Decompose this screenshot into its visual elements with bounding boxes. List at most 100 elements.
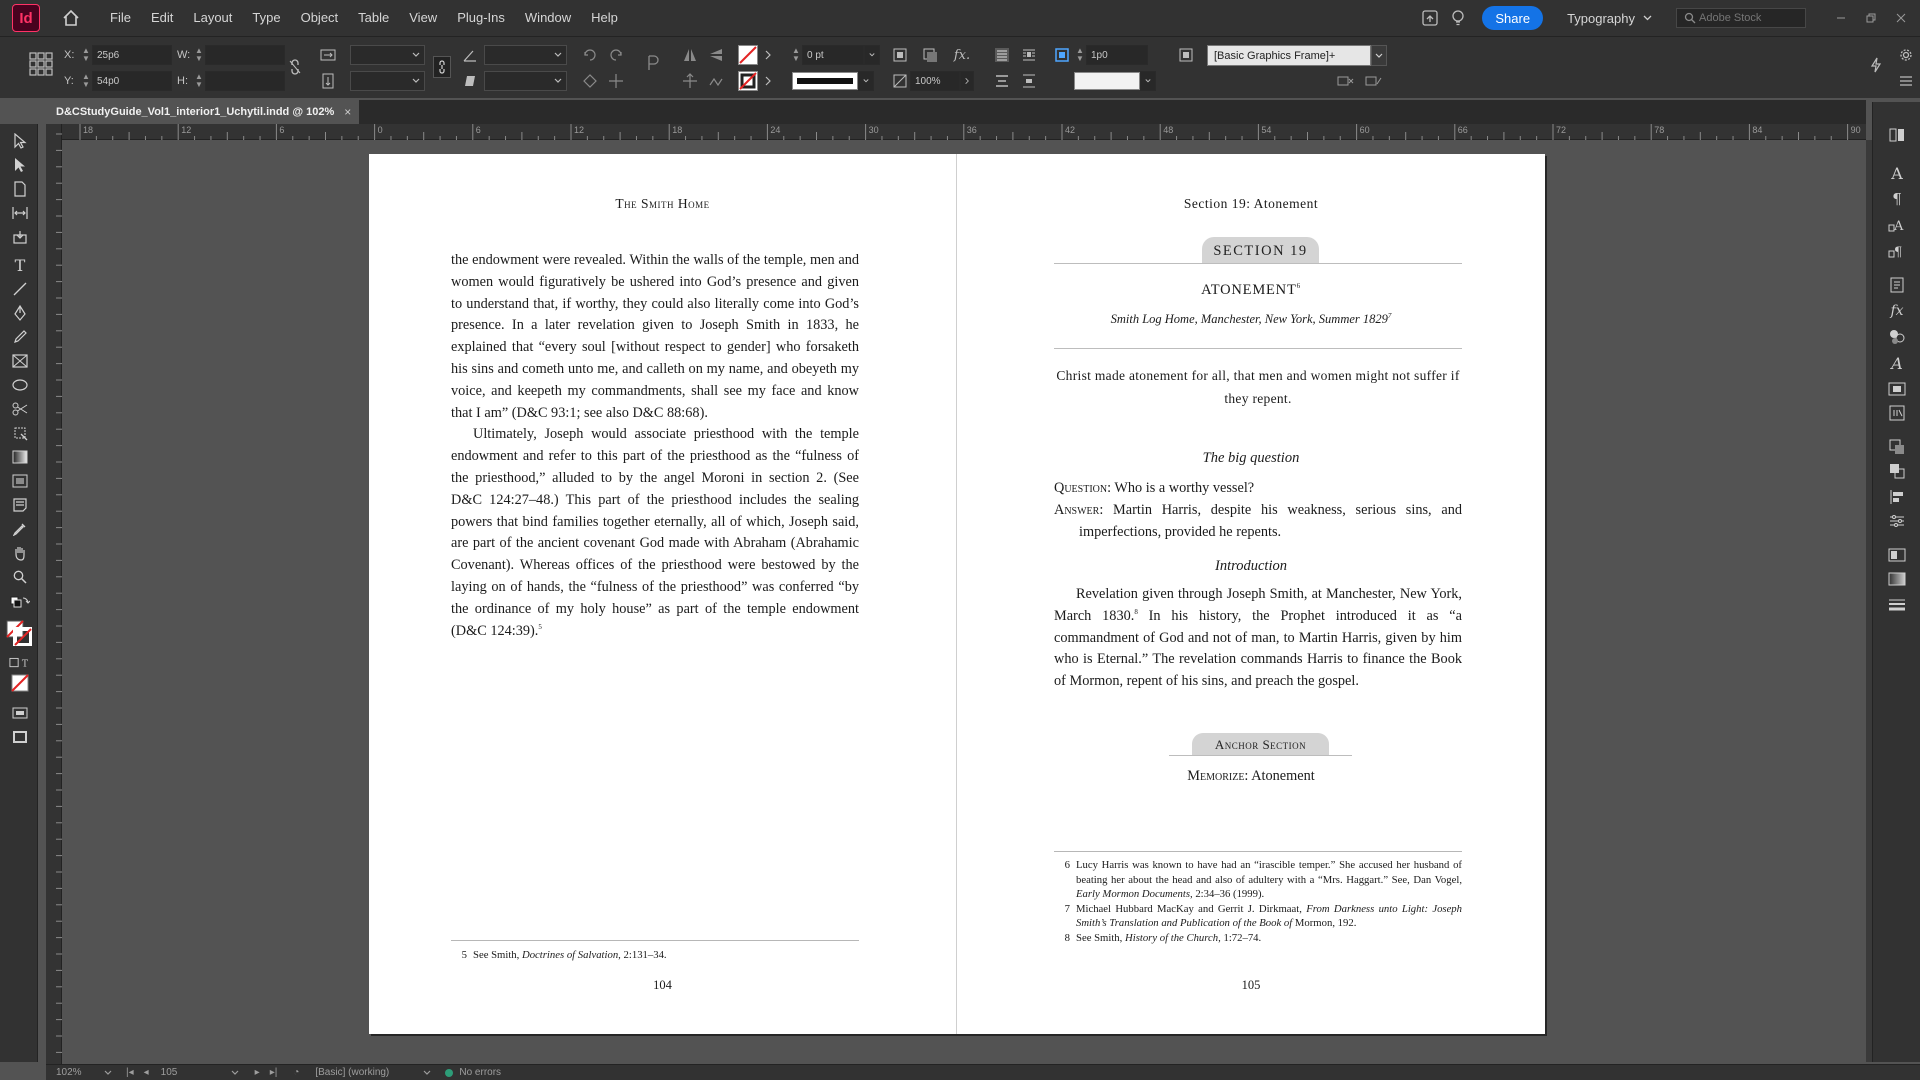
text-wrap-none-icon[interactable] — [992, 45, 1012, 65]
menu-window[interactable]: Window — [515, 0, 581, 36]
fill-swatch-none-icon[interactable] — [738, 45, 758, 65]
fill-stroke-swatches-icon[interactable] — [6, 620, 32, 646]
stroke-type-swatch[interactable] — [792, 72, 858, 90]
clear-attributes-icon[interactable] — [1364, 71, 1384, 91]
glyphs-panel-icon[interactable] — [1886, 274, 1908, 296]
align-distribute-icon[interactable] — [1019, 71, 1039, 91]
effects-fx-icon[interactable]: fx. — [950, 45, 974, 65]
select-next-icon[interactable] — [706, 71, 726, 91]
chevron-down-icon[interactable] — [423, 1070, 431, 1076]
menu-file[interactable]: File — [100, 0, 141, 36]
color-panel-icon[interactable] — [1886, 544, 1908, 566]
direct-selection-tool-icon[interactable] — [9, 154, 31, 176]
layers-panel-icon[interactable] — [1886, 460, 1908, 482]
x-input[interactable] — [92, 45, 172, 65]
preflight-status[interactable]: No errors — [445, 1067, 501, 1078]
page-104[interactable]: The Smith Home the endowment were reveal… — [369, 154, 957, 1034]
stroke-type-dropdown[interactable] — [858, 71, 874, 91]
stroke-weight-input[interactable] — [802, 45, 864, 65]
h-stepper-icon[interactable]: ▲ ▼ — [193, 73, 205, 89]
gap-tool-icon[interactable] — [9, 202, 31, 224]
lightbulb-icon[interactable] — [1444, 4, 1472, 32]
apply-none-icon[interactable] — [9, 672, 31, 694]
screen-mode-icon[interactable] — [9, 726, 31, 748]
paragraph-panel-icon[interactable]: ¶ — [1886, 188, 1908, 210]
auto-fit-icon[interactable] — [1052, 45, 1072, 65]
y-input[interactable] — [92, 71, 172, 91]
constrain-scale-icon[interactable] — [433, 56, 451, 78]
last-page-icon[interactable]: ▸| — [270, 1067, 278, 1078]
close-window-icon[interactable] — [1886, 8, 1916, 28]
note-tool-icon[interactable] — [9, 494, 31, 516]
opacity-input[interactable] — [910, 71, 960, 91]
drop-shadow-icon[interactable] — [920, 45, 940, 65]
select-container-icon[interactable] — [580, 71, 600, 91]
rotate-counterclockwise-icon[interactable] — [606, 45, 626, 65]
menu-view[interactable]: View — [399, 0, 447, 36]
minimize-icon[interactable] — [1826, 8, 1856, 28]
menu-edit[interactable]: Edit — [141, 0, 183, 36]
character-styles-icon[interactable]: A — [1886, 214, 1908, 236]
stroke-weight-dropdown[interactable] — [864, 45, 880, 65]
type-tool-icon[interactable]: T — [9, 254, 31, 276]
first-page-icon[interactable]: |◂ — [126, 1067, 134, 1078]
preflight-profile[interactable]: [Basic] (working) — [315, 1067, 423, 1078]
normal-view-mode-icon[interactable] — [9, 702, 31, 724]
pencil-tool-icon[interactable] — [9, 326, 31, 348]
constrain-proportions-icon[interactable] — [285, 57, 305, 77]
align-center-icon[interactable] — [992, 71, 1012, 91]
select-previous-icon[interactable] — [680, 71, 700, 91]
gradient-feather-tool-icon[interactable] — [9, 470, 31, 492]
stroke-swatch-icon[interactable] — [738, 71, 758, 91]
w-stepper-icon[interactable]: ▲ ▼ — [193, 47, 205, 63]
align-panel-icon[interactable] — [1886, 486, 1908, 508]
w-input[interactable] — [205, 45, 285, 65]
glyph-script-icon[interactable]: A — [1886, 352, 1908, 374]
eyedropper-tool-icon[interactable] — [9, 518, 31, 540]
document-tab[interactable]: D&CStudyGuide_Vol1_interior1_Uchytil.ind… — [46, 100, 359, 124]
vertical-ruler[interactable] — [46, 124, 62, 1064]
close-tab-icon[interactable]: × — [344, 105, 351, 119]
object-style-dropdown[interactable] — [1371, 45, 1387, 66]
opacity-slider-toggle[interactable] — [960, 71, 974, 91]
character-panel-icon[interactable]: A — [1886, 162, 1908, 184]
page-number-field[interactable]: 105 — [161, 1067, 231, 1078]
h-input[interactable] — [205, 71, 285, 91]
menu-plug-ins[interactable]: Plug-Ins — [447, 0, 515, 36]
ellipse-tool-icon[interactable] — [9, 374, 31, 396]
publish-online-icon[interactable] — [1416, 4, 1444, 32]
workspace-switcher[interactable]: Typography — [1567, 11, 1652, 26]
object-style-select[interactable]: [Basic Graphics Frame]+ — [1207, 45, 1371, 66]
gradient-panel-icon[interactable] — [1886, 568, 1908, 590]
page-105[interactable]: Section 19: Atonement SECTION 19 ATONEME… — [957, 154, 1545, 1034]
frame-inset-input[interactable] — [1086, 45, 1148, 65]
shear-dropdown[interactable] — [484, 71, 567, 91]
y-stepper-icon[interactable]: ▲ ▼ — [80, 73, 92, 89]
pasteboard[interactable]: The Smith Home the endowment were reveal… — [62, 140, 1866, 1062]
pages-panel-icon[interactable] — [1886, 124, 1908, 146]
fill-color-swatch[interactable] — [1074, 72, 1140, 90]
horizontal-ruler[interactable]: 18 12 6 0 6 12 18 24 30 36 42 48 54 60 66 72 78 84 90 — [62, 124, 1866, 140]
restore-icon[interactable] — [1856, 8, 1886, 28]
frame-inset-stepper-icon[interactable]: ▲ ▼ — [1074, 47, 1086, 63]
paragraph-styles-icon[interactable]: ¶ — [1886, 240, 1908, 262]
page-tool-icon[interactable] — [9, 178, 31, 200]
line-tool-icon[interactable] — [9, 278, 31, 300]
open-page-icon[interactable]: ◔ — [293, 1067, 299, 1078]
menu-object[interactable]: Object — [291, 0, 349, 36]
rotate-clockwise-icon[interactable] — [580, 45, 600, 65]
rotation-dropdown[interactable] — [484, 45, 567, 65]
reference-point-icon[interactable] — [28, 51, 54, 77]
chevron-down-icon[interactable] — [104, 1070, 112, 1076]
gradient-swatch-tool-icon[interactable] — [9, 446, 31, 468]
x-stepper-icon[interactable]: ▲ ▼ — [80, 47, 92, 63]
select-content-icon[interactable] — [606, 71, 626, 91]
text-wrap-bounding-icon[interactable] — [1019, 45, 1039, 65]
menu-type[interactable]: Type — [242, 0, 290, 36]
next-page-icon[interactable]: ▸ — [255, 1067, 260, 1078]
zoom-tool-icon[interactable] — [9, 566, 31, 588]
vertical-scrollbar[interactable] — [1866, 140, 1872, 1062]
text-frame[interactable]: the endowment were revealed. Within the … — [451, 250, 859, 642]
chevron-down-icon[interactable] — [231, 1070, 239, 1076]
fill-color-dropdown[interactable] — [1140, 71, 1156, 91]
